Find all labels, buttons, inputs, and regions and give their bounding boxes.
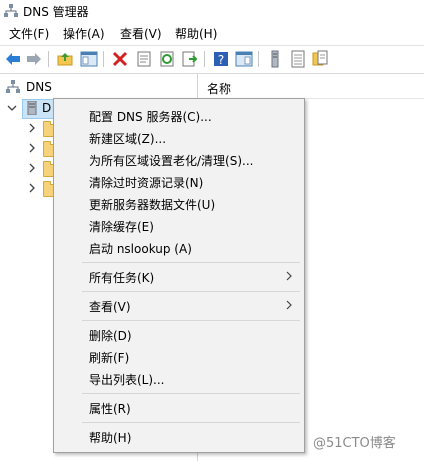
svg-text:?: ? xyxy=(218,53,224,67)
delete-icon[interactable] xyxy=(111,50,129,68)
watermark: @51CTO博客 xyxy=(313,436,396,451)
menu-action[interactable]: 操作(A) xyxy=(63,25,105,42)
menu-item-scavenge-stale-records[interactable]: 清除过时资源记录(N) xyxy=(55,170,303,192)
column-header-name[interactable]: 名称 xyxy=(199,74,424,99)
toolbar-separator xyxy=(204,51,205,67)
menu-item-properties[interactable]: 属性(R) xyxy=(55,396,303,418)
submenu-arrow-icon xyxy=(286,300,292,310)
menu-view[interactable]: 查看(V) xyxy=(120,25,162,42)
up-folder-icon[interactable] xyxy=(56,50,74,68)
menu-item-launch-nslookup[interactable]: 启动 nslookup (A) xyxy=(55,236,303,258)
refresh-icon[interactable] xyxy=(158,50,176,68)
menu-separator xyxy=(82,262,300,263)
chevron-right-icon[interactable] xyxy=(27,143,37,153)
action-pane-icon[interactable] xyxy=(235,50,253,68)
menu-separator xyxy=(82,320,300,321)
dns-app-icon xyxy=(4,4,18,17)
tree-item-folder[interactable] xyxy=(0,179,59,197)
chevron-down-icon[interactable] xyxy=(7,103,17,113)
menu-separator xyxy=(82,422,300,423)
context-menu: 配置 DNS 服务器(C)... 新建区域(Z)... 为所有区域设置老化/清理… xyxy=(53,98,305,453)
window-title: DNS 管理器 xyxy=(23,5,89,19)
properties-icon[interactable] xyxy=(135,50,153,68)
menu-item-view[interactable]: 查看(V) xyxy=(55,294,303,316)
toolbar-separator xyxy=(48,51,49,67)
show-hide-tree-icon[interactable] xyxy=(80,50,98,68)
chevron-right-icon[interactable] xyxy=(27,183,37,193)
back-icon[interactable] xyxy=(4,50,22,68)
submenu-arrow-icon xyxy=(286,271,292,281)
title-bar: DNS 管理器 xyxy=(0,0,424,22)
tree-item-folder[interactable] xyxy=(0,119,59,137)
toolbar-separator xyxy=(103,51,104,67)
menu-item-clear-cache[interactable]: 清除缓存(E) xyxy=(55,214,303,236)
export-list-icon[interactable] xyxy=(181,50,199,68)
dns-icon xyxy=(6,80,20,93)
menu-item-help[interactable]: 帮助(H) xyxy=(55,425,303,447)
menu-item-export-list[interactable]: 导出列表(L)... xyxy=(55,367,303,389)
menu-item-set-aging-scavenging[interactable]: 为所有区域设置老化/清理(S)... xyxy=(55,148,303,170)
tree-item-folder[interactable] xyxy=(0,159,59,177)
menu-file[interactable]: 文件(F) xyxy=(9,25,49,42)
help-icon[interactable]: ? xyxy=(212,50,230,68)
menu-separator xyxy=(82,291,300,292)
menu-separator xyxy=(82,393,300,394)
column-header-label: 名称 xyxy=(207,82,232,96)
server-icon[interactable] xyxy=(266,50,284,68)
chevron-right-icon[interactable] xyxy=(27,163,37,173)
forward-icon[interactable] xyxy=(25,50,43,68)
menu-item-refresh[interactable]: 刷新(F) xyxy=(55,345,303,367)
menu-help[interactable]: 帮助(H) xyxy=(175,25,217,42)
chevron-right-icon[interactable] xyxy=(27,123,37,133)
records-icon[interactable] xyxy=(289,50,307,68)
toolbar-separator xyxy=(258,51,259,67)
menu-item-configure-dns-server[interactable]: 配置 DNS 服务器(C)... xyxy=(55,104,303,126)
menu-item-new-zone[interactable]: 新建区域(Z)... xyxy=(55,126,303,148)
zone-icon[interactable] xyxy=(311,50,329,68)
toolbar: ? xyxy=(0,45,424,74)
menu-bar: 文件(F) 操作(A) 查看(V) 帮助(H) xyxy=(0,22,424,44)
tree-item-folder[interactable] xyxy=(0,139,59,157)
menu-item-delete[interactable]: 删除(D) xyxy=(55,323,303,345)
tree-root-label: DNS xyxy=(26,80,52,94)
tree-server-label: D xyxy=(42,101,52,115)
menu-item-update-server-data-files[interactable]: 更新服务器数据文件(U) xyxy=(55,192,303,214)
menu-item-all-tasks[interactable]: 所有任务(K) xyxy=(55,265,303,287)
server-icon xyxy=(27,101,37,115)
